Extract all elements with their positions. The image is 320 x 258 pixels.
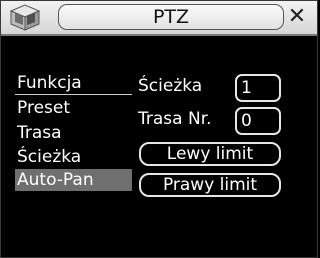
menu-header: Funkcja — [17, 73, 82, 93]
window-title: PTZ — [58, 4, 284, 30]
ptz-dialog: PTZ ✕ Funkcja Preset Trasa Ścieżka Auto-… — [0, 0, 318, 258]
menu-item-auto-pan[interactable]: Auto-Pan — [15, 169, 132, 191]
path-field[interactable]: 1 — [235, 74, 281, 102]
menu-item-sciezka[interactable]: Ścieżka — [15, 146, 132, 168]
menu-item-trasa[interactable]: Trasa — [15, 122, 132, 144]
path-label: Ścieżka — [138, 76, 203, 96]
logo-icon — [9, 4, 41, 31]
menu-divider — [15, 94, 132, 95]
route-number-field[interactable]: 0 — [235, 107, 281, 135]
right-limit-button[interactable]: Prawy limit — [139, 173, 281, 197]
route-number-label: Trasa Nr. — [138, 109, 212, 129]
left-limit-button[interactable]: Lewy limit — [139, 142, 281, 166]
menu-item-preset[interactable]: Preset — [15, 97, 132, 119]
close-icon[interactable]: ✕ — [286, 6, 308, 28]
title-bar: PTZ ✕ — [1, 1, 317, 36]
